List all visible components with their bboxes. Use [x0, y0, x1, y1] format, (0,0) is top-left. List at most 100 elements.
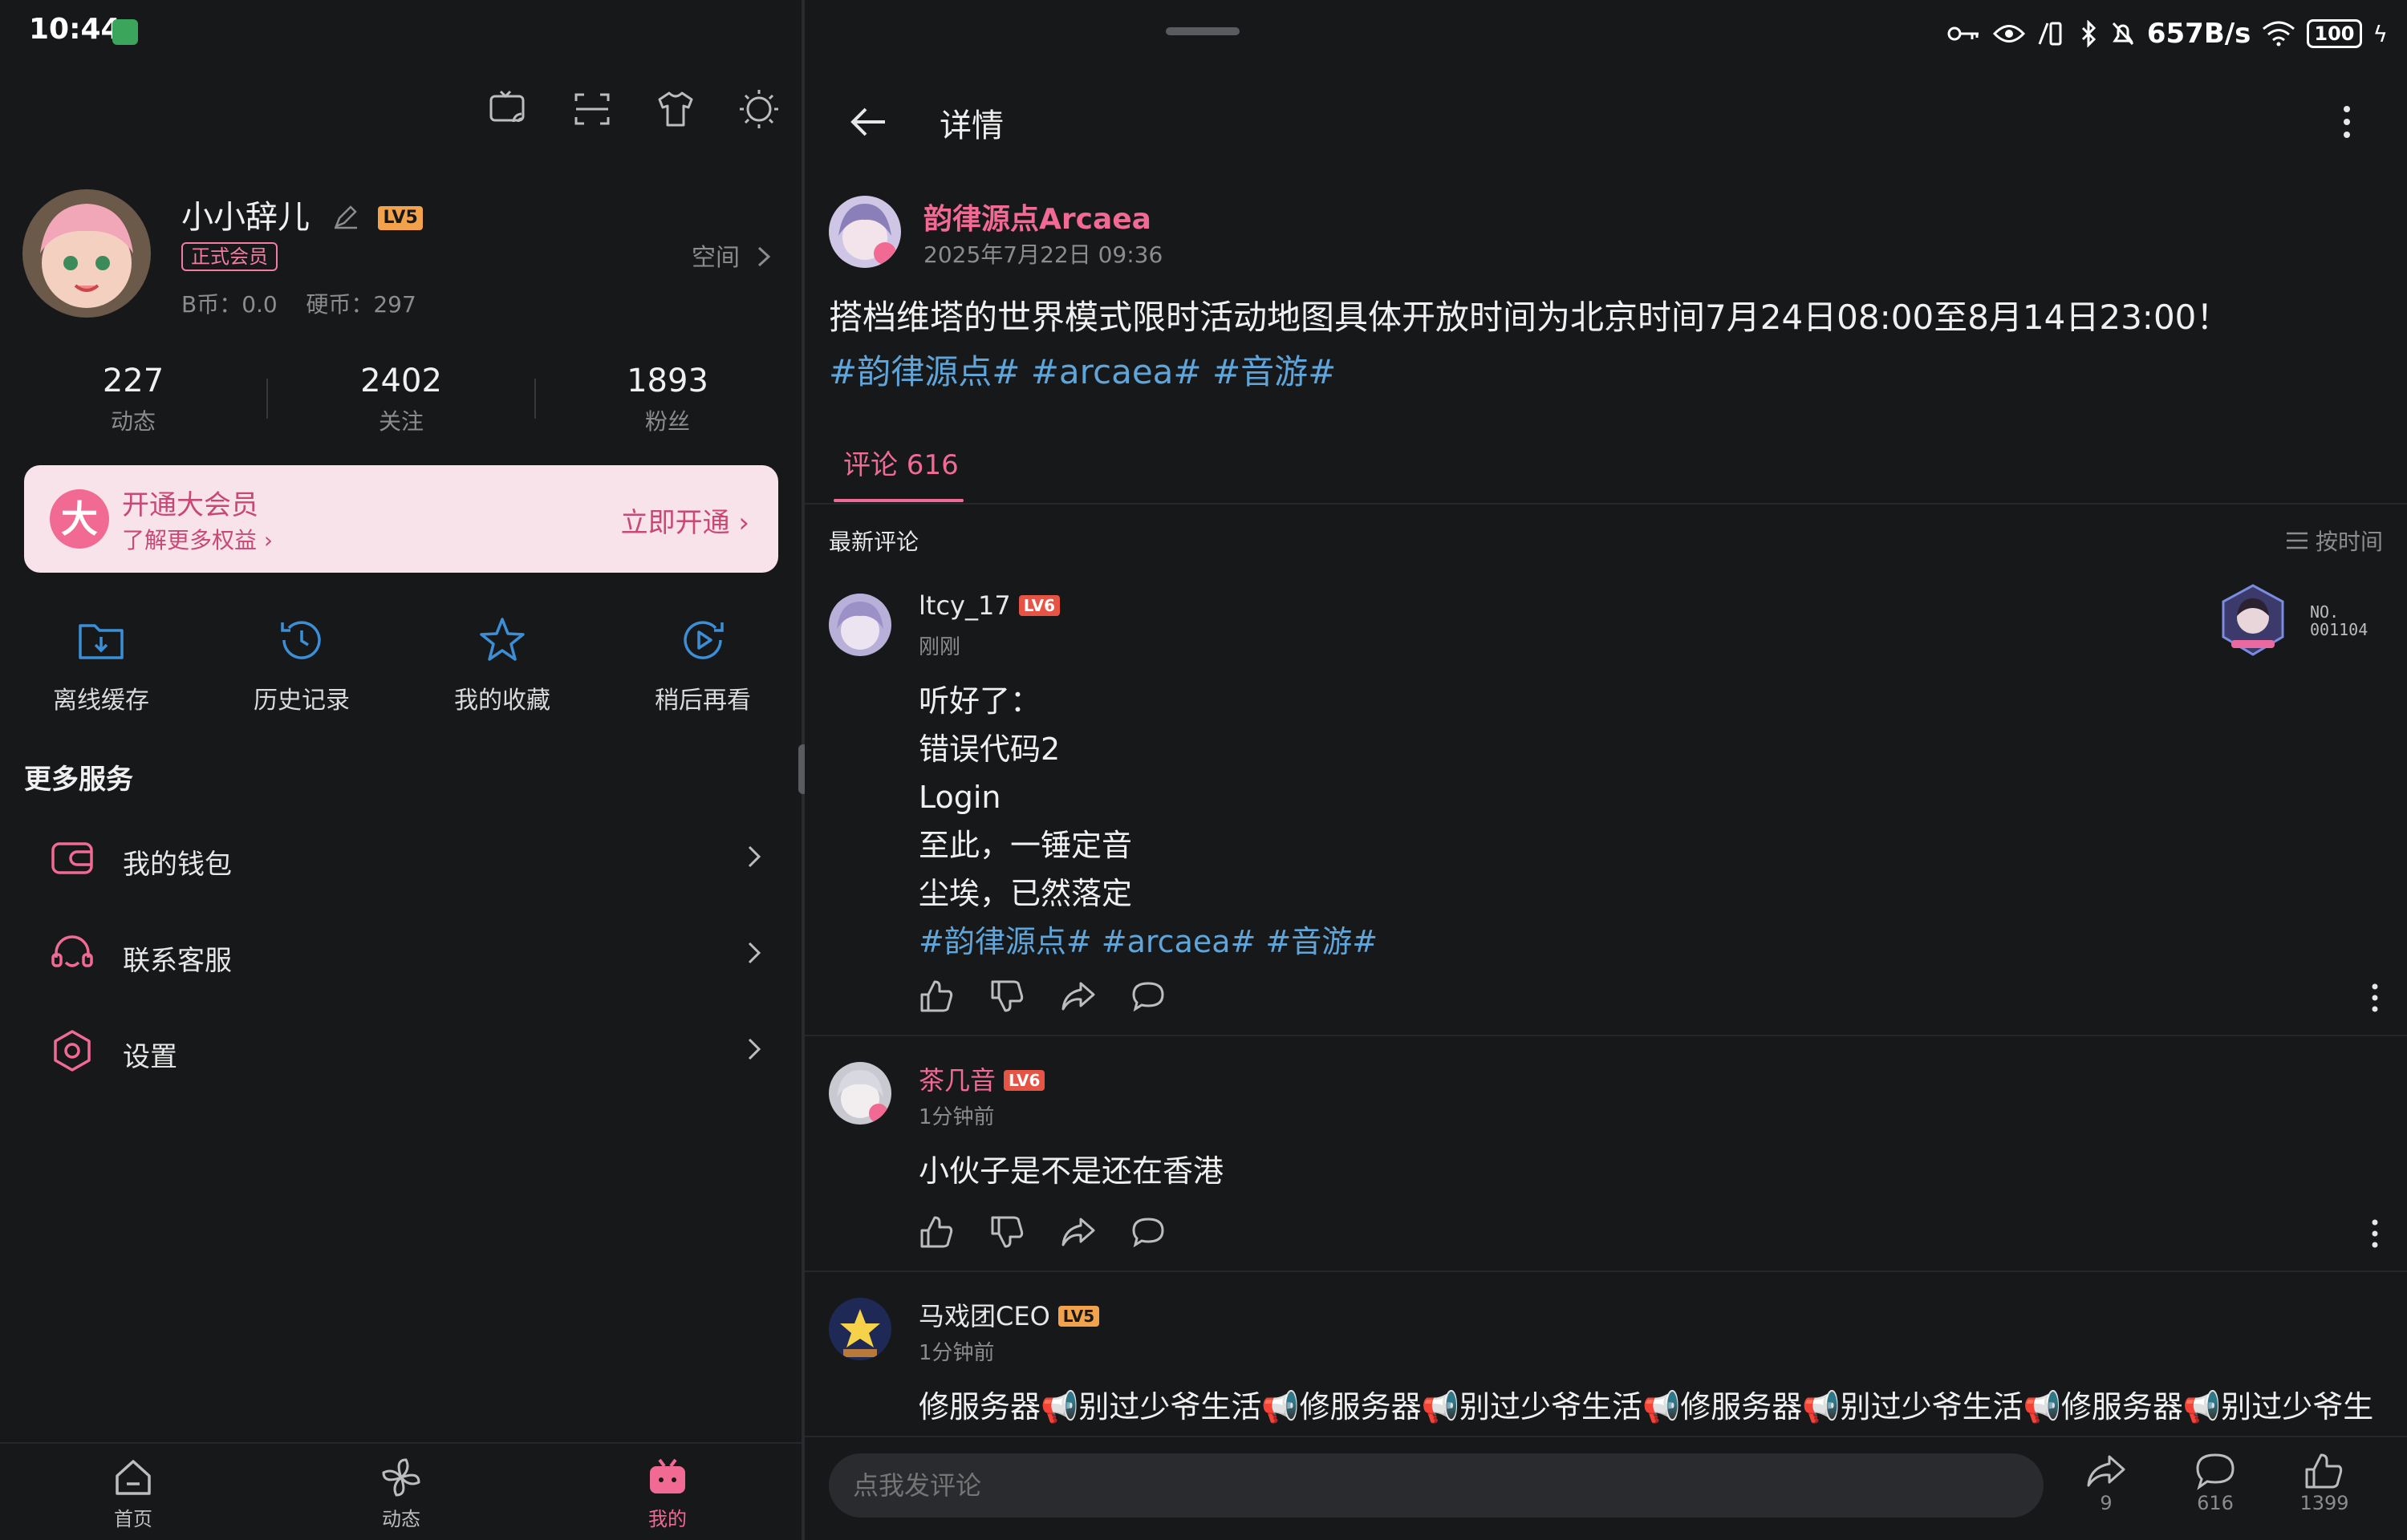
level-badge: LV5 [378, 206, 423, 230]
nav-dynamics[interactable]: 动态 [321, 1455, 481, 1531]
bluetooth-icon [2081, 20, 2096, 47]
quick-history[interactable]: 历史记录 [221, 614, 382, 715]
commenter-avatar[interactable] [829, 1298, 891, 1360]
reply-icon[interactable] [1130, 979, 1166, 1014]
space-link[interactable]: 空间 [692, 237, 772, 273]
list-icon [2286, 532, 2308, 549]
star-icon [480, 618, 525, 661]
service-wallet[interactable]: 我的钱包 [0, 818, 802, 898]
comment-input[interactable] [829, 1453, 2044, 1518]
quick-label: 历史记录 [254, 687, 350, 715]
vip-open-button[interactable]: 立即开通 › [621, 500, 749, 540]
window-grab-bar[interactable] [1166, 27, 1240, 35]
chevron-right-icon [748, 942, 761, 964]
scan-icon[interactable] [570, 87, 615, 132]
home-icon [116, 1460, 151, 1495]
share-icon [2087, 1455, 2125, 1487]
watch-later-icon [684, 621, 724, 659]
thumbs-up-icon[interactable] [919, 979, 954, 1014]
share-icon[interactable] [1060, 979, 1095, 1014]
quick-watch-later[interactable]: 稍后再看 [623, 614, 783, 715]
status-bar: 657B/s 100 ϟ [1946, 14, 2388, 53]
quick-label: 稍后再看 [655, 687, 751, 715]
avatar[interactable] [22, 189, 151, 318]
nav-mine[interactable]: 我的 [587, 1455, 748, 1531]
vip-card[interactable]: 大 开通大会员 了解更多权益 › 立即开通 › [24, 465, 778, 573]
service-label: 设置 [123, 1041, 177, 1073]
comment-time: 刚刚 [919, 635, 961, 659]
mute-bell-icon [2112, 22, 2133, 46]
theme-shirt-icon[interactable] [653, 87, 698, 132]
level-badge: LV6 [1004, 1070, 1045, 1091]
service-label: 联系客服 [123, 945, 232, 977]
member-tag: 正式会员 [181, 242, 278, 271]
comment-line: Login [919, 780, 1001, 815]
comment-actions [919, 1214, 1166, 1250]
poster-name[interactable]: 韵律源点Arcaea [923, 196, 1151, 237]
chevron-right-icon [748, 1038, 761, 1060]
settings-icon [54, 1030, 91, 1072]
wallet-icon [51, 842, 93, 874]
chevron-right-icon [757, 246, 770, 267]
share-icon[interactable] [1060, 1214, 1095, 1250]
compose-bar: 9 616 1399 [805, 1436, 2407, 1540]
stat-value: 1893 [627, 363, 708, 399]
comment-time: 1分钟前 [919, 1105, 995, 1129]
back-arrow-icon[interactable] [846, 99, 891, 144]
reply-icon[interactable] [1130, 1214, 1166, 1250]
comment-button[interactable]: 616 [2175, 1452, 2255, 1514]
vip-icon: 大 [50, 489, 109, 549]
stat-followers[interactable]: 1893 粉丝 [587, 363, 748, 436]
comment-body: 修服务器📢别过少爷生活📢修服务器📢别过少爷生活📢修服务器📢别过少爷生活📢修服务器… [919, 1383, 2395, 1431]
comment-line: 至此，一锤定音 [919, 828, 1133, 863]
quick-favorites[interactable]: 我的收藏 [422, 614, 582, 715]
post-time: 2025年7月22日 09:36 [923, 241, 1163, 268]
like-button[interactable]: 1399 [2284, 1452, 2364, 1514]
share-button[interactable]: 9 [2066, 1452, 2146, 1514]
divider [805, 1270, 2407, 1272]
sort-by-time-button[interactable]: 按时间 [2285, 525, 2383, 557]
commenter-avatar[interactable] [829, 594, 891, 656]
service-support[interactable]: 联系客服 [0, 914, 802, 995]
comment-more-icon[interactable] [2370, 982, 2380, 1014]
quick-offline-cache[interactable]: 离线缓存 [21, 614, 181, 715]
stat-posts[interactable]: 227 动态 [53, 363, 213, 436]
quick-label: 离线缓存 [53, 687, 149, 715]
service-settings[interactable]: 设置 [0, 1011, 802, 1091]
bottom-nav: 首页 动态 我的 [0, 1442, 802, 1540]
thumbs-down-icon[interactable] [989, 979, 1025, 1014]
commenter-name[interactable]: 马戏团CEO LV5 [919, 1296, 1100, 1333]
thumbs-down-icon[interactable] [989, 1214, 1025, 1250]
chevron-right-icon [748, 845, 761, 868]
post-tags[interactable]: #韵律源点# #arcaea# #音游# [829, 345, 2385, 399]
username: 小小辞儿 LV5 [181, 191, 423, 237]
tab-comments[interactable]: 评论 616 [843, 443, 959, 482]
nav-home[interactable]: 首页 [53, 1455, 213, 1531]
comment-more-icon[interactable] [2370, 1218, 2380, 1250]
comment-tags[interactable]: #韵律源点# #arcaea# #音游# [919, 918, 1378, 966]
charging-icon: ϟ [2372, 20, 2388, 47]
divider [266, 379, 268, 419]
comment-count: 616 [2197, 1492, 2234, 1514]
cast-icon[interactable] [486, 87, 531, 132]
edit-icon[interactable] [331, 202, 360, 231]
stat-value: 2402 [360, 363, 442, 399]
stat-following[interactable]: 2402 关注 [321, 363, 481, 436]
detail-pane: 657B/s 100 ϟ 详情 韵律源点Arcaea 2025年7月22日 09… [805, 0, 2407, 1540]
more-vertical-icon[interactable] [2339, 101, 2355, 143]
commenter-avatar[interactable] [829, 1062, 891, 1125]
commenter-name[interactable]: ltcy_17 LV6 [919, 590, 1061, 621]
profile-pane: 10:44 小小辞儿 LV5 正式会员 B币：0.0 硬币：297 空间 227… [0, 0, 802, 1540]
pinwheel-icon [382, 1458, 420, 1497]
fan-badge-avatar [2220, 584, 2286, 656]
commenter-name[interactable]: 茶几音 LV6 [919, 1060, 1045, 1097]
headset-icon [51, 935, 93, 967]
poster-avatar[interactable] [829, 196, 901, 268]
post-body: 搭档维塔的世界模式限时活动地图具体开放时间为北京时间7月24日08:00至8月1… [829, 298, 2230, 337]
key-icon [1947, 26, 1979, 41]
sort-newest-label: 最新评论 [829, 529, 919, 555]
night-mode-icon[interactable] [737, 87, 781, 132]
thumbs-up-icon[interactable] [919, 1214, 954, 1250]
status-time: 10:44 [29, 13, 121, 46]
service-label: 我的钱包 [123, 849, 232, 881]
